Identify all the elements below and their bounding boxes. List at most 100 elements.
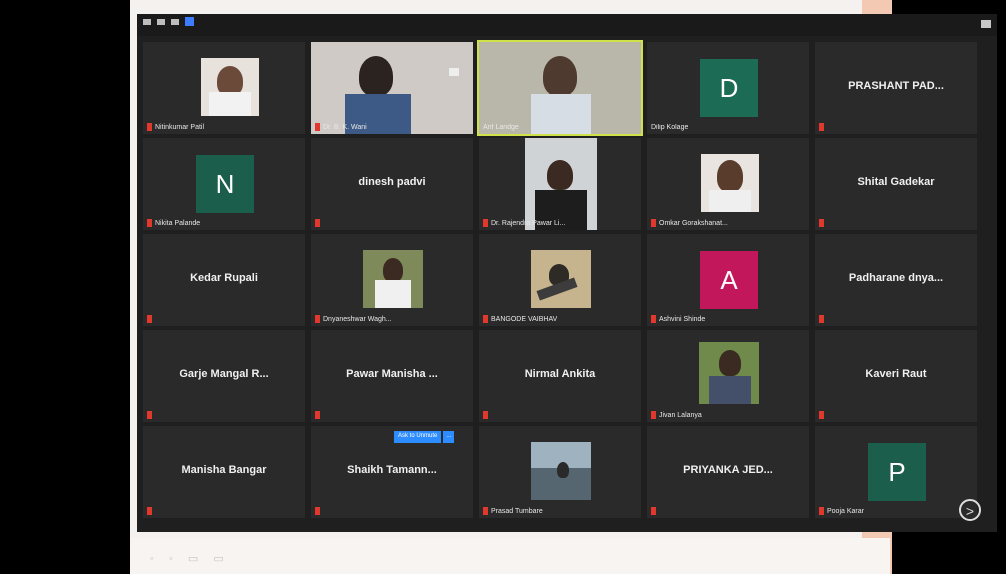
profile-photo (201, 58, 259, 116)
gallery-grid: Nitinkumar Patil Dr. B. K. Wani Arif Lan… (143, 40, 979, 520)
participant-tile[interactable]: Padharane dnya... (815, 234, 977, 326)
participant-tile[interactable]: Nirmal Ankita (479, 330, 641, 422)
fullscreen-icon[interactable] (981, 20, 991, 28)
participant-tile[interactable]: Nitinkumar Patil (143, 42, 305, 134)
participant-name: PRASHANT PAD... (848, 80, 944, 92)
speaker-view-icon[interactable] (171, 19, 179, 25)
muted-mic-icon (819, 219, 824, 227)
muted-mic-icon (651, 507, 656, 515)
muted-mic-icon (315, 507, 320, 515)
participant-tile[interactable]: Kedar Rupali (143, 234, 305, 326)
participant-name: Kaveri Raut (865, 368, 927, 380)
background-toolbar-icons: ◦ ◦ ▭ ▭ (150, 553, 230, 565)
profile-photo (701, 154, 759, 212)
video-feed (359, 56, 393, 96)
participant-tile[interactable]: Dr. B. K. Wani (311, 42, 473, 134)
participant-tile[interactable]: PRIYANKA JED... (647, 426, 809, 518)
participant-tile[interactable]: Jivan Lalanya (647, 330, 809, 422)
muted-mic-icon (147, 507, 152, 515)
profile-photo (363, 250, 423, 308)
ask-to-unmute-button[interactable]: Ask to Unmute (394, 431, 442, 443)
participant-name: Dnyaneshwar Wagh... (323, 315, 392, 323)
minimize-icon[interactable] (143, 19, 151, 25)
gallery-view-icon[interactable] (185, 17, 194, 26)
muted-mic-icon (147, 123, 152, 131)
muted-mic-icon (819, 123, 824, 131)
participant-tile[interactable]: N Nikita Palande (143, 138, 305, 230)
participant-tile[interactable]: A Ashvini Shinde (647, 234, 809, 326)
participant-name: BANGODE VAIBHAV (491, 315, 558, 323)
participant-name: Padharane dnya... (848, 272, 944, 284)
next-page-button[interactable]: > (959, 499, 981, 521)
participant-tile[interactable]: P Pooja Karar (815, 426, 977, 518)
muted-mic-icon (483, 411, 488, 419)
muted-mic-icon (483, 219, 488, 227)
participant-name: Shital Gadekar (857, 176, 935, 188)
participant-tile[interactable]: Kaveri Raut (815, 330, 977, 422)
ask-to-unmute-control: Ask to Unmute ... (394, 431, 455, 443)
muted-mic-icon (651, 411, 656, 419)
muted-mic-icon (651, 315, 656, 323)
muted-mic-icon (483, 315, 488, 323)
participant-name: Garje Mangal R... (179, 368, 269, 380)
muted-mic-icon (315, 411, 320, 419)
participant-name: Pawar Manisha ... (346, 368, 438, 380)
participant-name: Prasad Tumbare (491, 507, 543, 515)
meeting-window: Nitinkumar Patil Dr. B. K. Wani Arif Lan… (137, 14, 997, 532)
profile-photo (531, 250, 591, 308)
muted-mic-icon (483, 507, 488, 515)
participant-name: Arif Landge (483, 124, 519, 131)
participant-name: PRIYANKA JED... (683, 464, 773, 476)
muted-mic-icon (651, 219, 656, 227)
participant-tile[interactable]: Garje Mangal R... (143, 330, 305, 422)
muted-mic-icon (147, 315, 152, 323)
participant-tile[interactable]: Dnyaneshwar Wagh... (311, 234, 473, 326)
participant-tile[interactable]: PRASHANT PAD... (815, 42, 977, 134)
participant-name: Jivan Lalanya (659, 411, 702, 419)
participant-name: Ashvini Shinde (659, 315, 706, 323)
participant-name: Nirmal Ankita (524, 368, 596, 380)
participant-name: Omkar Gorakshanat... (659, 219, 728, 227)
participant-tile[interactable]: D Dilip Kolage (647, 42, 809, 134)
muted-mic-icon (147, 219, 152, 227)
participant-name: dinesh padvi (358, 176, 426, 188)
video-feed (543, 56, 577, 96)
participant-name: Pooja Karar (827, 507, 864, 515)
participant-tile[interactable]: Arif Landge (477, 40, 643, 136)
more-options-button[interactable]: ... (443, 431, 455, 443)
background-toolbar (130, 538, 890, 574)
video-feed (525, 138, 597, 230)
participant-tile[interactable]: Dr. Rajendra Pawar Li... (479, 138, 641, 230)
muted-mic-icon (819, 507, 824, 515)
muted-mic-icon (819, 411, 824, 419)
view-controls (143, 17, 194, 26)
participant-name: Nitinkumar Patil (155, 123, 205, 131)
participant-name: Dilip Kolage (651, 124, 689, 131)
participant-tile[interactable]: Omkar Gorakshanat... (647, 138, 809, 230)
participant-name: Nikita Palande (155, 219, 201, 227)
participant-tile[interactable]: Shital Gadekar (815, 138, 977, 230)
participant-name: Dr. Rajendra Pawar Li... (491, 219, 566, 227)
participant-tile[interactable]: Prasad Tumbare (479, 426, 641, 518)
restore-icon[interactable] (157, 19, 165, 25)
participant-name: Kedar Rupali (190, 272, 258, 284)
muted-mic-icon (819, 315, 824, 323)
avatar: P (868, 443, 926, 501)
participant-name: Dr. B. K. Wani (323, 123, 367, 131)
participant-tile[interactable]: dinesh padvi (311, 138, 473, 230)
muted-mic-icon (315, 315, 320, 323)
avatar: N (196, 155, 254, 213)
participant-tile[interactable]: Pawar Manisha ... (311, 330, 473, 422)
profile-photo (699, 342, 759, 404)
muted-mic-icon (147, 411, 152, 419)
participant-name: Manisha Bangar (181, 464, 267, 476)
meeting-topbar (137, 14, 997, 36)
participant-tile[interactable]: BANGODE VAIBHAV (479, 234, 641, 326)
profile-photo (531, 442, 591, 500)
muted-mic-icon (315, 219, 320, 227)
participant-tile[interactable]: Manisha Bangar (143, 426, 305, 518)
avatar: A (700, 251, 758, 309)
muted-mic-icon (315, 123, 320, 131)
avatar: D (700, 59, 758, 117)
participant-name: Shaikh Tamann... (347, 464, 437, 476)
